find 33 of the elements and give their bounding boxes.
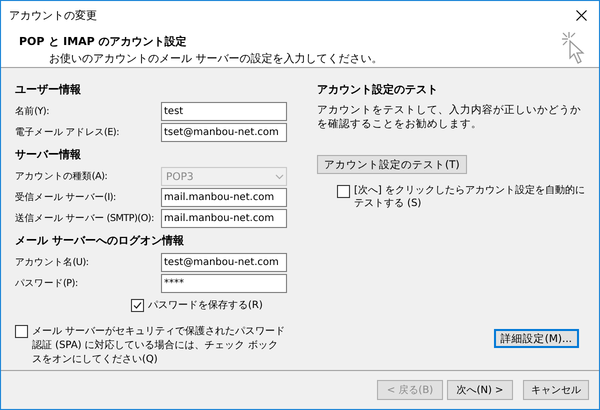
input-field[interactable]: tset@manbou-net.com bbox=[161, 123, 287, 142]
more-settings-button[interactable]: 詳細設定(M)... bbox=[494, 329, 579, 348]
field-label: 送信メール サーバー (SMTP)(O): bbox=[15, 212, 155, 225]
input-field[interactable]: **** bbox=[161, 274, 287, 293]
auto-test-checkbox[interactable] bbox=[337, 185, 350, 198]
window-title: アカウントの変更 bbox=[9, 8, 97, 22]
field-label: アカウント名(U): bbox=[15, 256, 90, 269]
checkbox-label: [次へ] をクリックしたらアカウント設定を自動的にテストする (S) bbox=[354, 184, 585, 210]
dialog-button[interactable]: キャンセル bbox=[523, 380, 589, 400]
dialog-button[interactable]: 次へ(N) > bbox=[447, 380, 513, 400]
field-label: パスワード(P): bbox=[15, 277, 79, 290]
section-title: メール サーバーへのログオン情報 bbox=[15, 233, 185, 248]
field-label: 受信メール サーバー(I): bbox=[15, 191, 117, 204]
input-field[interactable]: test bbox=[161, 102, 287, 121]
spa-checkbox[interactable] bbox=[15, 325, 28, 338]
checkbox-label: メール サーバーがセキュリティで保護されたパスワード認証 (SPA) に対応している場合には、チェック ボックスをオンにしてください(Q) bbox=[32, 324, 286, 366]
field-label: 名前(Y): bbox=[15, 105, 50, 118]
header-title: POP と IMAP のアカウント設定 bbox=[19, 34, 188, 49]
section-title: サーバー情報 bbox=[15, 147, 82, 162]
input-field[interactable]: test@manbou-net.com bbox=[161, 253, 287, 272]
section-title: アカウント設定のテスト bbox=[317, 82, 439, 97]
field-label: 電子メール アドレス(E): bbox=[15, 126, 120, 139]
remember-password-checkbox[interactable] bbox=[131, 299, 144, 312]
test-description: アカウントをテストして、入力内容が正しいかどうかを確認することをお勧めします。 bbox=[317, 103, 582, 131]
chevron-down-icon bbox=[275, 174, 284, 180]
checkbox-label: パスワードを保存する(R) bbox=[148, 299, 263, 312]
section-title: ユーザー情報 bbox=[15, 82, 82, 97]
input-field[interactable]: mail.manbou-net.com bbox=[161, 188, 287, 207]
test-account-button[interactable]: アカウント設定のテスト(T) bbox=[317, 155, 467, 174]
header-subtitle: お使いのアカウントのメール サーバーの設定を入力してください。 bbox=[48, 51, 382, 66]
field-label: アカウントの種類(A): bbox=[15, 170, 108, 183]
close-icon bbox=[576, 10, 586, 20]
input-field[interactable]: mail.manbou-net.com bbox=[161, 209, 287, 228]
